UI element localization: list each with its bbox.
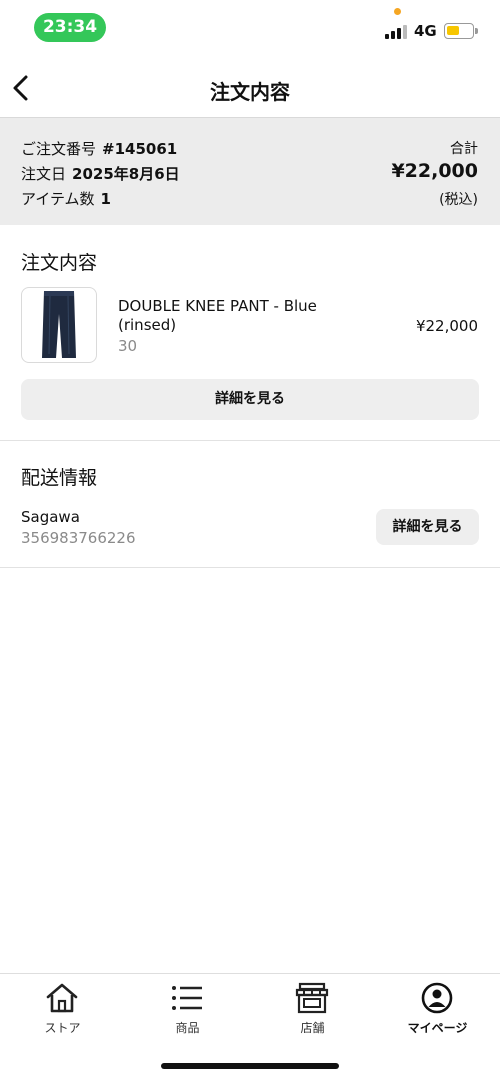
- list-icon: [172, 986, 202, 1010]
- battery-icon: [444, 23, 474, 39]
- order-number: #145061: [102, 140, 178, 158]
- home-icon: [46, 983, 78, 1013]
- order-date-label: 注文日: [21, 165, 67, 183]
- tab-shops-label: 店舗: [300, 1021, 325, 1035]
- shipping-carrier: Sagawa: [21, 508, 80, 526]
- product-thumbnail[interactable]: [21, 287, 97, 363]
- order-number-label: ご注文番号: [21, 140, 97, 158]
- nav-header: 注文内容: [0, 56, 500, 118]
- tab-mypage[interactable]: マイページ: [375, 974, 500, 1044]
- tab-mypage-label: マイページ: [407, 1021, 468, 1035]
- order-number-row: ご注文番号 #145061: [21, 138, 177, 159]
- item-count-row: アイテム数 1: [21, 188, 111, 209]
- tab-products[interactable]: 商品: [125, 974, 250, 1044]
- order-details-button[interactable]: 詳細を見る: [21, 379, 479, 420]
- product-name[interactable]: DOUBLE KNEE PANT - Blue (rinsed): [118, 297, 338, 335]
- total-amount: ¥22,000: [391, 160, 478, 182]
- tax-note: (税込): [439, 192, 478, 208]
- shipping-section-title: 配送情報: [21, 467, 98, 489]
- store-icon: [295, 982, 329, 1014]
- battery-cap: [475, 28, 478, 34]
- tab-shops[interactable]: 店舗: [250, 974, 375, 1044]
- total-label: 合計: [450, 141, 478, 157]
- product-price: ¥22,000: [415, 317, 478, 335]
- tab-products-label: 商品: [175, 1021, 200, 1035]
- item-count-label: アイテム数: [21, 190, 95, 208]
- status-bar: 23:34 4G: [0, 0, 500, 56]
- divider: [0, 440, 500, 441]
- tracking-number: 356983766226: [21, 529, 136, 547]
- order-date-row: 注文日 2025年8月6日: [21, 163, 180, 184]
- shipping-details-button[interactable]: 詳細を見る: [376, 509, 479, 545]
- item-count: 1: [100, 190, 111, 208]
- tab-store[interactable]: ストア: [0, 974, 125, 1044]
- order-summary: ご注文番号 #145061 注文日 2025年8月6日 アイテム数 1 合計 ¥22,…: [0, 118, 500, 225]
- status-time: 23:34: [34, 13, 106, 42]
- tab-store-label: ストア: [44, 1021, 81, 1035]
- order-section-title: 注文内容: [21, 252, 98, 274]
- product-size: 30: [118, 337, 138, 355]
- signal-icon: [385, 24, 409, 39]
- network-type: 4G: [414, 22, 437, 40]
- order-date: 2025年8月6日: [72, 165, 180, 183]
- divider: [0, 567, 500, 568]
- privacy-indicator-dot: [394, 8, 401, 15]
- user-circle-icon: [421, 982, 453, 1014]
- page-title: 注文内容: [210, 80, 290, 104]
- home-indicator[interactable]: [161, 1063, 339, 1069]
- pants-image: [42, 291, 76, 358]
